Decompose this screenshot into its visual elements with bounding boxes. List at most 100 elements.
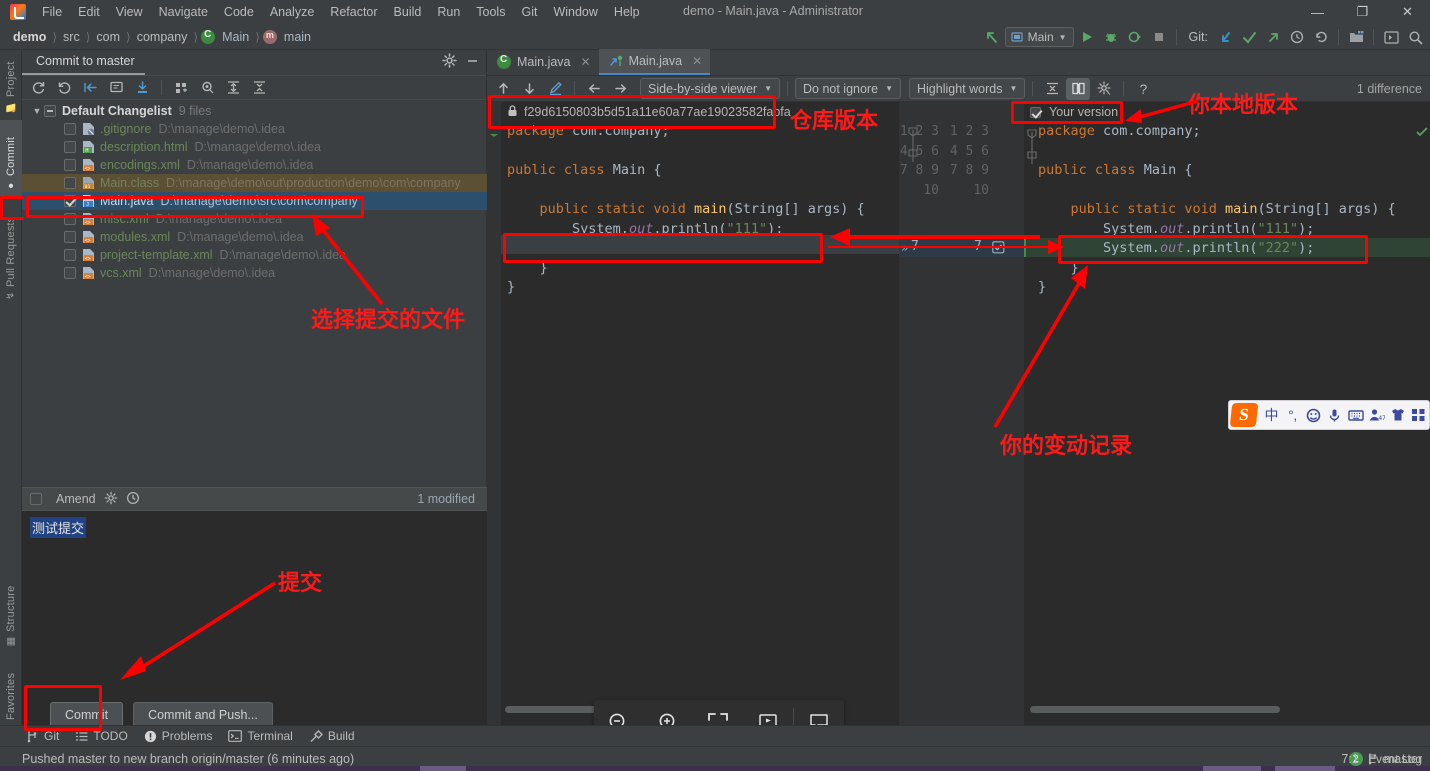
refresh-icon[interactable] (26, 77, 50, 99)
file-checkbox[interactable] (64, 213, 76, 225)
commit-icon[interactable] (1238, 26, 1260, 48)
shelve-icon[interactable] (78, 77, 102, 99)
breadcrumb-company[interactable]: company (134, 29, 191, 45)
amend-checkbox[interactable] (30, 493, 42, 505)
synchronize-scrolling-icon[interactable] (1066, 77, 1091, 100)
ime-punctuation-toggle[interactable]: °‚ (1282, 403, 1303, 427)
close-icon[interactable]: ✕ (692, 54, 702, 68)
collapse-all-icon[interactable] (247, 77, 271, 99)
menu-help[interactable]: Help (606, 2, 648, 22)
menu-code[interactable]: Code (216, 2, 262, 22)
table-row[interactable]: H description.html D:\manage\demo\.idea (22, 138, 487, 156)
show-diff-icon[interactable] (104, 77, 128, 99)
menu-edit[interactable]: Edit (70, 2, 108, 22)
user-icon[interactable]: 47 (1366, 403, 1387, 427)
table-row[interactable]: <> encodings.xml D:\manage\demo\.idea (22, 156, 487, 174)
table-row[interactable]: J Main.java D:\manage\demo\src\com\compa… (22, 192, 487, 210)
changelist-row[interactable]: ▼ Default Changelist 9 files (22, 102, 487, 120)
push-icon[interactable] (1262, 26, 1284, 48)
help-icon[interactable]: ? (1131, 78, 1155, 100)
changelist-checkbox[interactable] (44, 105, 56, 117)
history-icon[interactable] (1286, 26, 1308, 48)
sidebar-item-structure[interactable]: ▦ Structure (0, 572, 22, 652)
stop-icon[interactable] (1148, 26, 1170, 48)
group-by-icon[interactable] (169, 77, 193, 99)
breadcrumb-demo[interactable]: demo (10, 29, 49, 45)
right-horizontal-scrollbar[interactable] (1030, 706, 1280, 713)
revert-change-icon[interactable] (992, 241, 1005, 257)
menu-build[interactable]: Build (386, 2, 430, 22)
apps-icon[interactable] (1408, 403, 1429, 427)
viewer-mode-selector[interactable]: Side-by-side viewer ▼ (640, 78, 780, 99)
run-with-coverage-icon[interactable] (1124, 26, 1146, 48)
keyboard-icon[interactable] (1345, 403, 1366, 427)
bottom-tab-build[interactable]: Build (309, 729, 355, 743)
right-version-checkbox[interactable] (1030, 106, 1041, 118)
menu-git[interactable]: Git (513, 2, 545, 22)
next-difference-icon[interactable] (517, 78, 541, 100)
menu-file[interactable]: File (34, 2, 70, 22)
commit-options-gear-icon[interactable] (104, 491, 118, 508)
project-structure-icon[interactable] (1345, 26, 1367, 48)
ignore-policy-selector[interactable]: Do not ignore ▼ (795, 78, 901, 99)
close-icon[interactable]: ✕ (581, 55, 591, 69)
caret-position[interactable]: 7:1 (1341, 752, 1358, 766)
file-checkbox[interactable] (64, 267, 76, 279)
bottom-tab-git[interactable]: Git (26, 729, 59, 743)
close-button[interactable]: ✕ (1385, 0, 1430, 24)
file-checkbox[interactable] (64, 195, 76, 207)
mic-icon[interactable] (1324, 403, 1345, 427)
menu-refactor[interactable]: Refactor (322, 2, 385, 22)
file-checkbox[interactable] (64, 231, 76, 243)
table-row[interactable]: 01 Main.class D:\manage\demo\out\product… (22, 174, 487, 192)
file-checkbox[interactable] (64, 159, 76, 171)
smiley-icon[interactable] (1303, 403, 1324, 427)
menu-view[interactable]: View (108, 2, 151, 22)
sidebar-item-pull-requests[interactable]: ↯ Pull Requests (0, 200, 22, 305)
changed-files-list[interactable]: ▼ Default Changelist 9 files .gitignore … (22, 102, 487, 485)
taskbar-item[interactable] (1203, 766, 1261, 771)
menu-tools[interactable]: Tools (468, 2, 513, 22)
settings-icon[interactable] (1092, 78, 1116, 100)
taskbar-item[interactable] (1275, 766, 1335, 771)
file-checkbox[interactable] (64, 141, 76, 153)
terminal-icon[interactable] (1380, 26, 1402, 48)
download-icon[interactable] (130, 77, 154, 99)
file-checkbox[interactable] (64, 123, 76, 135)
table-row[interactable]: <> project-template.xml D:\manage\demo\.… (22, 246, 487, 264)
table-row[interactable]: <> vcs.xml D:\manage\demo\.idea (22, 264, 487, 282)
sidebar-item-commit[interactable]: ● Commit (0, 120, 22, 196)
breadcrumb-main-class[interactable]: Main (219, 29, 252, 45)
collapse-unchanged-icon[interactable] (1040, 78, 1064, 100)
tab-main-java[interactable]: Main.java ✕ (487, 49, 599, 75)
breadcrumb-com[interactable]: com (93, 29, 123, 45)
rollback-icon[interactable] (52, 77, 76, 99)
expand-all-icon[interactable] (221, 77, 245, 99)
file-checkbox[interactable] (64, 177, 76, 189)
sidebar-item-project[interactable]: 📁 Project (0, 50, 22, 118)
debug-icon[interactable] (1100, 26, 1122, 48)
minimize-icon[interactable] (465, 53, 480, 71)
previous-difference-icon[interactable] (491, 78, 515, 100)
table-row[interactable]: <> modules.xml D:\manage\demo\.idea (22, 228, 487, 246)
menu-window[interactable]: Window (545, 2, 605, 22)
accept-right-icon[interactable] (608, 78, 632, 100)
bottom-tab-terminal[interactable]: Terminal (228, 729, 293, 743)
minimize-button[interactable]: — (1295, 0, 1340, 24)
chevron-down-icon[interactable]: ▼ (30, 106, 44, 116)
menu-run[interactable]: Run (429, 2, 468, 22)
highlight-policy-selector[interactable]: Highlight words ▼ (908, 78, 1026, 99)
table-row[interactable]: .gitignore D:\manage\demo\.idea (22, 120, 487, 138)
breadcrumb-src[interactable]: src (60, 29, 83, 45)
sogou-logo-icon[interactable]: S (1229, 403, 1259, 427)
bottom-tab-problems[interactable]: Problems (144, 729, 212, 743)
taskbar-item[interactable] (420, 766, 466, 771)
gear-icon[interactable] (442, 53, 457, 71)
breadcrumb-main-method[interactable]: main (281, 29, 314, 45)
search-everywhere-icon[interactable] (1404, 26, 1426, 48)
rollback-icon[interactable] (1310, 26, 1332, 48)
accept-change-icon[interactable]: » (901, 241, 908, 255)
bottom-tab-todo[interactable]: TODO (75, 729, 128, 743)
run-icon[interactable] (1076, 26, 1098, 48)
skin-icon[interactable] (1387, 403, 1408, 427)
